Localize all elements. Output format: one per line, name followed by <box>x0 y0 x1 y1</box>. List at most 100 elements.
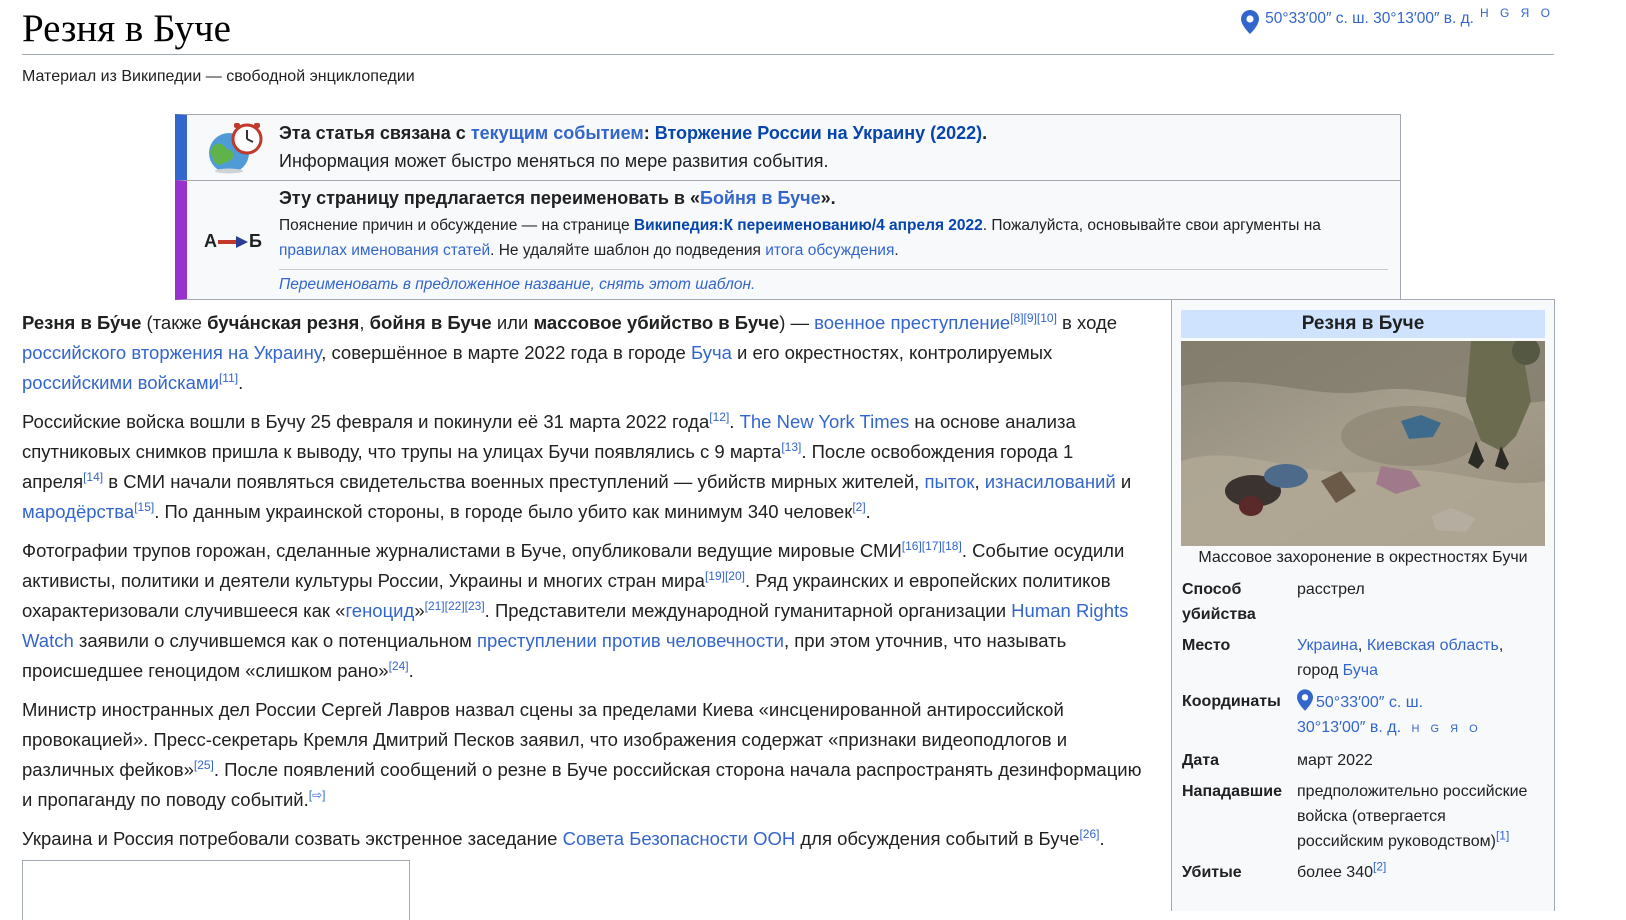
infobox-image[interactable] <box>1181 341 1545 546</box>
label-part: Способ <box>1182 581 1242 598</box>
text: происшедшее геноцидом «слишком рано» <box>22 660 389 681</box>
ref-21-22-23[interactable]: [21][22][23] <box>425 599 485 613</box>
label-part: убийства <box>1182 606 1256 623</box>
ref-8-9-10[interactable]: [8][9][10] <box>1010 311 1057 325</box>
hrw-link-1[interactable]: Human Rights <box>1011 600 1128 621</box>
text: (также <box>141 312 208 333</box>
kyiv-oblast-link[interactable]: Киевская область <box>1367 637 1499 654</box>
text: » <box>414 600 425 621</box>
ref-1[interactable]: [1] <box>1496 829 1509 843</box>
text: , <box>359 312 370 333</box>
text: ) — <box>779 312 815 333</box>
location-pin-icon[interactable] <box>1241 10 1260 34</box>
text: . <box>238 372 244 393</box>
text: . Событие осудили <box>961 540 1125 561</box>
ref-26[interactable]: [26] <box>1079 827 1099 841</box>
text: или <box>491 312 534 333</box>
infobox-coords-lon[interactable]: 30°13′00″ в. д. <box>1297 719 1401 736</box>
term-alt2: бойня в Буче <box>369 312 492 333</box>
text: и его окрестностях, контролируемых <box>731 342 1053 363</box>
current-event-subtext: Информация может быстро меняться по мере… <box>279 151 829 171</box>
text: Министр иностранных дел России Сергей Ла… <box>22 699 1064 720</box>
rename-warning-end: . <box>894 242 899 259</box>
ukraine-link[interactable]: Украина <box>1297 637 1358 654</box>
infobox-row-coords: Координаты 50°33′00″ с. ш. 30°13′00″ в. … <box>1181 685 1545 744</box>
infobox-coords-lat[interactable]: 50°33′00″ с. ш. <box>1316 694 1423 711</box>
text: предположительно российские <box>1297 783 1528 800</box>
ref-25[interactable]: [25] <box>194 758 214 772</box>
header-coordinates: 50°33′00″ с. ш. 30°13′00″ в. д. H G Я O <box>1241 6 1554 34</box>
text: в СМИ начали появляться свидетельства во… <box>103 471 925 492</box>
text: более 340 <box>1297 864 1373 881</box>
ref-14[interactable]: [14] <box>83 470 103 484</box>
text: войска (отвергается <box>1297 808 1446 825</box>
genocide-link[interactable]: геноцид <box>345 600 414 621</box>
rename-divider <box>279 269 1388 270</box>
text: , <box>1357 637 1367 654</box>
text: провокацией». Пресс-секретарь Кремля Дми… <box>22 729 1068 750</box>
infobox: Резня в Буче Массовое захоронение в окре… <box>1171 299 1555 911</box>
text: в ходе <box>1056 312 1118 333</box>
text: , <box>1498 637 1504 654</box>
paragraph-timeline: Российские войска вошли в Бучу 25 феврал… <box>22 407 1158 527</box>
text: Украина и Россия потребовали созвать экс… <box>22 828 563 849</box>
header-coordinates-link[interactable]: 50°33′00″ с. ш. 30°13′00″ в. д. <box>1265 10 1474 28</box>
infobox-row-attackers: Нападавшие предположительно российские в… <box>1181 775 1545 856</box>
text: активисты, политики и деятели культуры Р… <box>22 570 705 591</box>
war-crime-link[interactable]: военное преступление <box>814 312 1010 333</box>
current-event-notice: Эта статья связана с текущим событием: В… <box>175 114 1401 181</box>
text: заявили о случившемся как о потенциально… <box>73 630 478 651</box>
text: , совершённое в марте 2022 года в городе <box>321 342 691 363</box>
ref-13[interactable]: [13] <box>781 440 801 454</box>
discussion-result-link[interactable]: итога обсуждения <box>765 242 894 259</box>
text: Российские войска вошли в Бучу 25 феврал… <box>22 411 710 432</box>
ref-2-infobox[interactable]: [2] <box>1373 860 1386 874</box>
text: Фотографии трупов горожан, сделанные жур… <box>22 540 902 561</box>
infobox-label: Место <box>1182 637 1231 654</box>
page-header: Резня в Буче 50°33′00″ с. ш. 30°13′00″ в… <box>22 6 1554 55</box>
infobox-value: 50°33′00″ с. ш. 30°13′00″ в. д. H G Я O <box>1296 685 1545 744</box>
infobox-value: расстрел <box>1297 581 1365 598</box>
bucha-link[interactable]: Буча <box>691 342 732 363</box>
un-security-council-link[interactable]: Совета Безопасности ООН <box>563 828 796 849</box>
bucha-city-link[interactable]: Буча <box>1343 662 1378 679</box>
rape-link[interactable]: изнасилований <box>985 471 1116 492</box>
torture-link[interactable]: пыток <box>924 471 974 492</box>
rename-explain: Пояснение причин и обсуждение — на стран… <box>279 217 634 234</box>
text: , при этом уточнив, что называть <box>784 630 1067 651</box>
looting-link[interactable]: мародёрства <box>22 501 134 522</box>
text: , <box>974 471 985 492</box>
location-pin-icon[interactable] <box>1297 689 1313 711</box>
rename-target-link[interactable]: Бойня в Буче <box>700 188 821 208</box>
ref-24[interactable]: [24] <box>389 659 409 673</box>
infobox-label: Координаты <box>1182 693 1281 710</box>
text: российским руководством) <box>1297 833 1496 850</box>
russian-troops-link[interactable]: российскими войсками <box>22 372 219 393</box>
ref-11[interactable]: [11] <box>219 371 238 385</box>
rename-action-link[interactable]: Переименовать в предложенное название, с… <box>279 276 755 293</box>
rename-discussion-link[interactable]: Википедия:К переименованию/4 апреля 2022 <box>634 217 983 234</box>
ref-section-link[interactable]: [⇨] <box>309 788 326 802</box>
crime-against-humanity-link[interactable]: преступлении против человечности <box>477 630 784 651</box>
text: и <box>1115 471 1132 492</box>
rename-lead: Эту страницу предлагается переименовать … <box>279 188 700 208</box>
table-of-contents-box <box>22 860 410 920</box>
ref-2[interactable]: [2] <box>852 500 865 514</box>
infobox-caption: Массовое захоронение в окрестностях Бучи <box>1198 549 1528 566</box>
infobox-map-links[interactable]: H G Я O <box>1412 723 1482 735</box>
ref-12[interactable]: [12] <box>709 410 729 424</box>
infobox-label: Убитые <box>1182 864 1242 881</box>
ref-16-17-18[interactable]: [16][17][18] <box>902 539 962 553</box>
text: спутниковых снимков пришла к выводу, что… <box>22 441 782 462</box>
invasion-link[interactable]: Вторжение России на Украину (2022) <box>655 123 982 143</box>
text: . <box>865 501 871 522</box>
ref-19-20[interactable]: [19][20] <box>705 569 745 583</box>
russian-invasion-link[interactable]: российского вторжения на Украину <box>22 342 321 363</box>
map-services-links[interactable]: H G Я O <box>1480 6 1554 20</box>
nyt-link[interactable]: The New York Times <box>740 411 910 432</box>
naming-rules-link[interactable]: правилах именования статей <box>279 242 490 259</box>
infobox-label: Нападавшие <box>1182 783 1282 800</box>
hrw-link-2[interactable]: Watch <box>22 630 74 651</box>
current-event-link[interactable]: текущим событием <box>471 123 644 143</box>
ref-15[interactable]: [15] <box>134 500 154 514</box>
